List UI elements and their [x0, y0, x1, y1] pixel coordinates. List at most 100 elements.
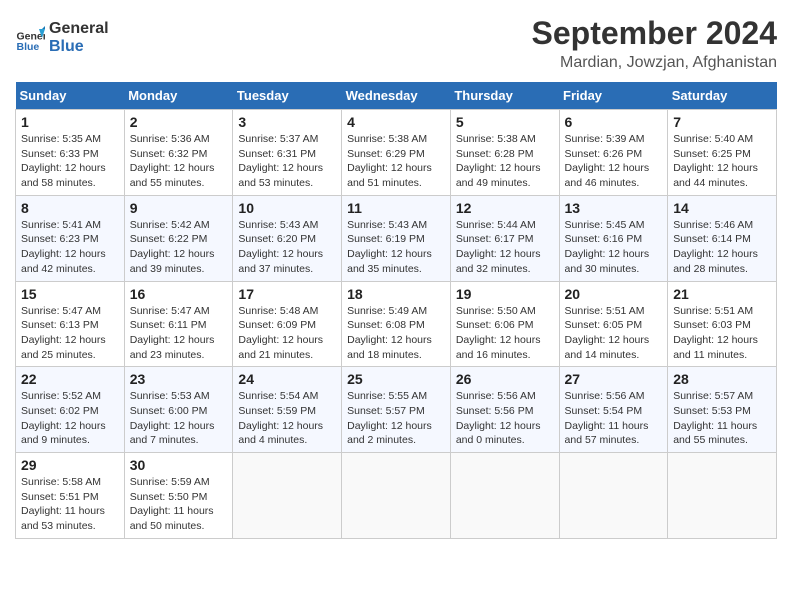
calendar-cell: 16 Sunrise: 5:47 AM Sunset: 6:11 PM Dayl…	[124, 281, 233, 367]
day-detail: Sunrise: 5:45 AM Sunset: 6:16 PM Dayligh…	[565, 218, 663, 277]
calendar-cell: 21 Sunrise: 5:51 AM Sunset: 6:03 PM Dayl…	[668, 281, 777, 367]
day-number: 1	[21, 114, 119, 130]
calendar-cell	[559, 453, 668, 539]
day-detail: Sunrise: 5:51 AM Sunset: 6:05 PM Dayligh…	[565, 304, 663, 363]
day-number: 7	[673, 114, 771, 130]
day-detail: Sunrise: 5:49 AM Sunset: 6:08 PM Dayligh…	[347, 304, 445, 363]
calendar-cell: 15 Sunrise: 5:47 AM Sunset: 6:13 PM Dayl…	[16, 281, 125, 367]
day-number: 26	[456, 371, 554, 387]
day-number: 22	[21, 371, 119, 387]
day-number: 3	[238, 114, 336, 130]
calendar-cell: 25 Sunrise: 5:55 AM Sunset: 5:57 PM Dayl…	[342, 367, 451, 453]
day-detail: Sunrise: 5:52 AM Sunset: 6:02 PM Dayligh…	[21, 389, 119, 448]
calendar-cell: 5 Sunrise: 5:38 AM Sunset: 6:28 PM Dayli…	[450, 110, 559, 196]
calendar-cell: 10 Sunrise: 5:43 AM Sunset: 6:20 PM Dayl…	[233, 195, 342, 281]
day-number: 21	[673, 286, 771, 302]
calendar-cell: 26 Sunrise: 5:56 AM Sunset: 5:56 PM Dayl…	[450, 367, 559, 453]
day-detail: Sunrise: 5:48 AM Sunset: 6:09 PM Dayligh…	[238, 304, 336, 363]
day-detail: Sunrise: 5:40 AM Sunset: 6:25 PM Dayligh…	[673, 132, 771, 191]
day-number: 8	[21, 200, 119, 216]
day-detail: Sunrise: 5:57 AM Sunset: 5:53 PM Dayligh…	[673, 389, 771, 448]
day-detail: Sunrise: 5:51 AM Sunset: 6:03 PM Dayligh…	[673, 304, 771, 363]
day-number: 19	[456, 286, 554, 302]
calendar-cell: 8 Sunrise: 5:41 AM Sunset: 6:23 PM Dayli…	[16, 195, 125, 281]
logo-line2: Blue	[49, 38, 109, 56]
page-header: General Blue General Blue September 2024…	[15, 15, 777, 72]
day-detail: Sunrise: 5:43 AM Sunset: 6:19 PM Dayligh…	[347, 218, 445, 277]
day-detail: Sunrise: 5:50 AM Sunset: 6:06 PM Dayligh…	[456, 304, 554, 363]
calendar-cell: 22 Sunrise: 5:52 AM Sunset: 6:02 PM Dayl…	[16, 367, 125, 453]
calendar-day-header: Friday	[559, 82, 668, 110]
day-number: 30	[130, 457, 228, 473]
calendar-cell	[342, 453, 451, 539]
day-number: 4	[347, 114, 445, 130]
calendar-cell: 1 Sunrise: 5:35 AM Sunset: 6:33 PM Dayli…	[16, 110, 125, 196]
calendar-week-row: 1 Sunrise: 5:35 AM Sunset: 6:33 PM Dayli…	[16, 110, 777, 196]
calendar-cell: 29 Sunrise: 5:58 AM Sunset: 5:51 PM Dayl…	[16, 453, 125, 539]
day-number: 5	[456, 114, 554, 130]
calendar-week-row: 15 Sunrise: 5:47 AM Sunset: 6:13 PM Dayl…	[16, 281, 777, 367]
day-detail: Sunrise: 5:55 AM Sunset: 5:57 PM Dayligh…	[347, 389, 445, 448]
day-number: 27	[565, 371, 663, 387]
day-detail: Sunrise: 5:47 AM Sunset: 6:11 PM Dayligh…	[130, 304, 228, 363]
day-number: 24	[238, 371, 336, 387]
logo-line1: General	[49, 20, 109, 38]
calendar-cell: 11 Sunrise: 5:43 AM Sunset: 6:19 PM Dayl…	[342, 195, 451, 281]
day-number: 16	[130, 286, 228, 302]
calendar-table: SundayMondayTuesdayWednesdayThursdayFrid…	[15, 82, 777, 539]
calendar-cell: 6 Sunrise: 5:39 AM Sunset: 6:26 PM Dayli…	[559, 110, 668, 196]
day-detail: Sunrise: 5:56 AM Sunset: 5:56 PM Dayligh…	[456, 389, 554, 448]
calendar-cell: 13 Sunrise: 5:45 AM Sunset: 6:16 PM Dayl…	[559, 195, 668, 281]
day-number: 14	[673, 200, 771, 216]
day-detail: Sunrise: 5:43 AM Sunset: 6:20 PM Dayligh…	[238, 218, 336, 277]
day-detail: Sunrise: 5:41 AM Sunset: 6:23 PM Dayligh…	[21, 218, 119, 277]
calendar-cell: 18 Sunrise: 5:49 AM Sunset: 6:08 PM Dayl…	[342, 281, 451, 367]
calendar-day-header: Monday	[124, 82, 233, 110]
day-number: 20	[565, 286, 663, 302]
day-number: 6	[565, 114, 663, 130]
calendar-cell: 23 Sunrise: 5:53 AM Sunset: 6:00 PM Dayl…	[124, 367, 233, 453]
page-subtitle: Mardian, Jowzjan, Afghanistan	[532, 54, 777, 72]
calendar-cell	[450, 453, 559, 539]
day-number: 10	[238, 200, 336, 216]
calendar-week-row: 29 Sunrise: 5:58 AM Sunset: 5:51 PM Dayl…	[16, 453, 777, 539]
calendar-cell: 7 Sunrise: 5:40 AM Sunset: 6:25 PM Dayli…	[668, 110, 777, 196]
calendar-cell	[233, 453, 342, 539]
day-number: 11	[347, 200, 445, 216]
calendar-cell: 19 Sunrise: 5:50 AM Sunset: 6:06 PM Dayl…	[450, 281, 559, 367]
day-detail: Sunrise: 5:58 AM Sunset: 5:51 PM Dayligh…	[21, 475, 119, 534]
day-detail: Sunrise: 5:47 AM Sunset: 6:13 PM Dayligh…	[21, 304, 119, 363]
calendar-cell: 4 Sunrise: 5:38 AM Sunset: 6:29 PM Dayli…	[342, 110, 451, 196]
day-detail: Sunrise: 5:54 AM Sunset: 5:59 PM Dayligh…	[238, 389, 336, 448]
calendar-week-row: 22 Sunrise: 5:52 AM Sunset: 6:02 PM Dayl…	[16, 367, 777, 453]
day-detail: Sunrise: 5:59 AM Sunset: 5:50 PM Dayligh…	[130, 475, 228, 534]
day-detail: Sunrise: 5:46 AM Sunset: 6:14 PM Dayligh…	[673, 218, 771, 277]
day-number: 28	[673, 371, 771, 387]
day-detail: Sunrise: 5:39 AM Sunset: 6:26 PM Dayligh…	[565, 132, 663, 191]
svg-text:Blue: Blue	[17, 41, 40, 53]
logo-icon: General Blue	[15, 23, 45, 53]
day-detail: Sunrise: 5:35 AM Sunset: 6:33 PM Dayligh…	[21, 132, 119, 191]
calendar-cell: 20 Sunrise: 5:51 AM Sunset: 6:05 PM Dayl…	[559, 281, 668, 367]
calendar-cell	[668, 453, 777, 539]
day-detail: Sunrise: 5:36 AM Sunset: 6:32 PM Dayligh…	[130, 132, 228, 191]
day-detail: Sunrise: 5:56 AM Sunset: 5:54 PM Dayligh…	[565, 389, 663, 448]
calendar-day-header: Thursday	[450, 82, 559, 110]
day-number: 9	[130, 200, 228, 216]
day-number: 15	[21, 286, 119, 302]
day-number: 2	[130, 114, 228, 130]
calendar-day-header: Tuesday	[233, 82, 342, 110]
calendar-cell: 3 Sunrise: 5:37 AM Sunset: 6:31 PM Dayli…	[233, 110, 342, 196]
day-detail: Sunrise: 5:37 AM Sunset: 6:31 PM Dayligh…	[238, 132, 336, 191]
calendar-cell: 12 Sunrise: 5:44 AM Sunset: 6:17 PM Dayl…	[450, 195, 559, 281]
day-number: 29	[21, 457, 119, 473]
day-number: 23	[130, 371, 228, 387]
calendar-header-row: SundayMondayTuesdayWednesdayThursdayFrid…	[16, 82, 777, 110]
day-number: 17	[238, 286, 336, 302]
calendar-cell: 28 Sunrise: 5:57 AM Sunset: 5:53 PM Dayl…	[668, 367, 777, 453]
calendar-day-header: Wednesday	[342, 82, 451, 110]
day-number: 12	[456, 200, 554, 216]
day-detail: Sunrise: 5:44 AM Sunset: 6:17 PM Dayligh…	[456, 218, 554, 277]
day-number: 13	[565, 200, 663, 216]
day-detail: Sunrise: 5:38 AM Sunset: 6:28 PM Dayligh…	[456, 132, 554, 191]
